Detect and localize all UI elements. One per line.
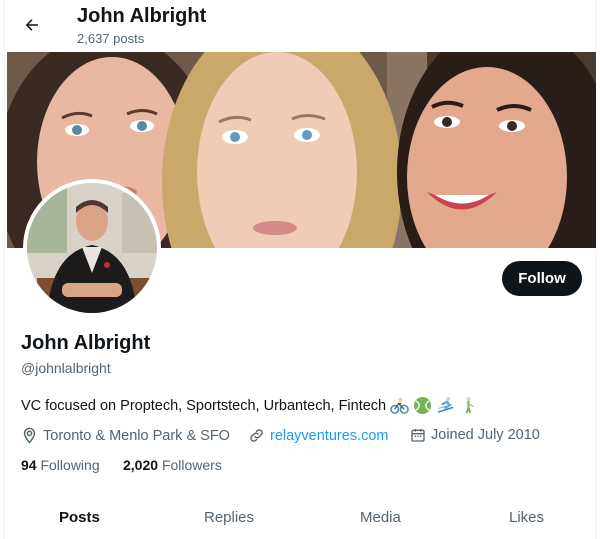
- header-title: John Albright: [77, 5, 207, 27]
- profile-bio: VC focused on Proptech, Sportstech, Urba…: [21, 396, 478, 415]
- followers-label: Followers: [161, 457, 222, 473]
- joined-item: Joined July 2010: [410, 427, 540, 443]
- tab-posts[interactable]: Posts: [59, 509, 100, 526]
- back-button[interactable]: [17, 10, 47, 40]
- tennis-ball-icon: [414, 396, 432, 415]
- calendar-icon: [411, 429, 425, 442]
- following-link[interactable]: 94 Following: [21, 457, 100, 473]
- avatar-photo: [27, 183, 157, 313]
- followers-count: 2,020: [123, 457, 159, 473]
- website-item[interactable]: relayventures.com: [248, 427, 388, 444]
- avatar[interactable]: [23, 179, 161, 317]
- location-pin-icon: [23, 427, 36, 444]
- header-post-count: 2,637 posts: [77, 31, 145, 46]
- joined-text: Joined July 2010: [431, 427, 540, 443]
- following-label: Following: [40, 457, 100, 473]
- location-item: Toronto & Menlo Park & SFO: [21, 427, 230, 444]
- profile-name: John Albright: [21, 332, 151, 354]
- bio-text: VC focused on Proptech, Sportstech, Urba…: [21, 397, 387, 414]
- tab-media[interactable]: Media: [360, 509, 401, 526]
- left-border: [4, 0, 5, 539]
- tab-replies[interactable]: Replies: [204, 509, 254, 526]
- golfer-icon: [465, 396, 474, 414]
- profile-handle: @johnlalbright: [21, 360, 111, 376]
- followers-link[interactable]: 2,020 Followers: [123, 457, 222, 473]
- arrow-left-icon: [25, 19, 38, 31]
- skier-icon: [437, 396, 454, 413]
- tab-likes[interactable]: Likes: [509, 509, 544, 526]
- link-icon: [250, 429, 263, 442]
- location-text: Toronto & Menlo Park & SFO: [43, 427, 230, 444]
- cyclist-icon: [390, 397, 409, 414]
- follow-button[interactable]: Follow: [502, 261, 582, 296]
- website-link[interactable]: relayventures.com: [270, 428, 388, 444]
- following-count: 94: [21, 457, 37, 473]
